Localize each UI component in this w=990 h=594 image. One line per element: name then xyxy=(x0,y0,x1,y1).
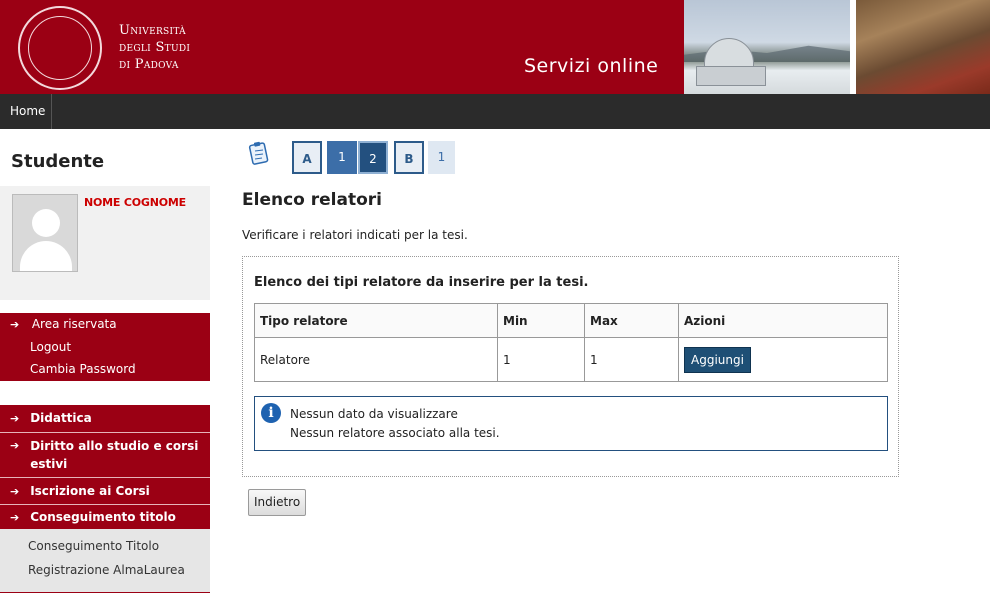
sidebar-item-diritto-studio[interactable]: ➔ Diritto allo studio e corsi estivi xyxy=(0,432,210,477)
cell-min: 1 xyxy=(497,337,585,382)
submenu-item-conseguimento[interactable]: Conseguimento Titolo xyxy=(28,539,159,553)
main-menu: ➔ Didattica ➔ Diritto allo studio e cors… xyxy=(0,405,210,529)
column-header-min: Min xyxy=(497,303,585,338)
table-row: Relatore 1 1 Aggiungi xyxy=(254,337,888,382)
top-navbar: Home xyxy=(0,94,990,129)
wizard-step-a[interactable]: A xyxy=(292,141,322,174)
cell-azioni: Aggiungi xyxy=(678,337,888,382)
submenu: Conseguimento Titolo Registrazione AlmaL… xyxy=(0,529,210,593)
info-icon: i xyxy=(261,403,281,423)
arrow-right-icon: ➔ xyxy=(10,485,20,498)
sidebar-item-area-riservata[interactable]: ➔ Area riservata xyxy=(10,317,117,331)
wizard-step-b1[interactable]: 1 xyxy=(428,141,455,174)
cell-tipo: Relatore xyxy=(254,337,498,382)
account-menu: ➔ Area riservata Logout Cambia Password xyxy=(0,313,210,381)
column-header-max: Max xyxy=(584,303,679,338)
user-name: NOME COGNOME xyxy=(84,196,186,209)
page-title: Elenco relatori xyxy=(242,190,382,210)
sidebar-item-conseguimento-titolo[interactable]: ➔ Conseguimento titolo xyxy=(0,504,210,529)
wizard-step-2-current[interactable]: 2 xyxy=(358,141,388,174)
sidebar-item-didattica[interactable]: ➔ Didattica xyxy=(0,405,210,432)
info-line-2: Nessun relatore associato alla tesi. xyxy=(290,426,500,440)
aggiungi-button[interactable]: Aggiungi xyxy=(684,346,751,373)
relatori-table: Tipo relatore Min Max Azioni Relatore 1 … xyxy=(254,303,888,382)
relatori-panel: Elenco dei tipi relatore da inserire per… xyxy=(242,256,899,477)
panel-title: Elenco dei tipi relatore da inserire per… xyxy=(254,275,589,290)
sidebar-item-logout[interactable]: Logout xyxy=(30,340,71,354)
submenu-item-almalaurea[interactable]: Registrazione AlmaLaurea xyxy=(28,563,185,577)
arrow-right-icon: ➔ xyxy=(10,412,20,425)
info-line-1: Nessun dato da visualizzare xyxy=(290,407,458,421)
checklist-icon xyxy=(248,141,269,165)
observatory-photo xyxy=(684,0,850,94)
university-seal-logo xyxy=(18,6,102,90)
arrow-right-icon: ➔ xyxy=(10,439,20,452)
servizi-online-title: Servizi online xyxy=(524,55,659,77)
page-description: Verificare i relatori indicati per la te… xyxy=(242,228,468,242)
arrow-right-icon: ➔ xyxy=(10,318,20,331)
avatar xyxy=(12,194,78,272)
info-message: i Nessun dato da visualizzare Nessun rel… xyxy=(254,396,888,451)
wizard-step-b[interactable]: B xyxy=(394,141,424,174)
sidebar-item-cambia-password[interactable]: Cambia Password xyxy=(30,362,136,376)
column-header-azioni: Azioni xyxy=(678,303,888,338)
wizard-step-1[interactable]: 1 xyxy=(327,141,357,174)
university-name: Università degli Studi di Padova xyxy=(119,23,191,72)
arrow-right-icon: ➔ xyxy=(10,511,20,524)
nav-home-link[interactable]: Home xyxy=(0,94,52,129)
profile-box: NOME COGNOME xyxy=(0,186,210,300)
sidebar-item-iscrizione-corsi[interactable]: ➔ Iscrizione ai Corsi xyxy=(0,477,210,504)
site-header: Università degli Studi di Padova Servizi… xyxy=(0,0,990,94)
back-button[interactable]: Indietro xyxy=(248,489,307,516)
column-header-tipo: Tipo relatore xyxy=(254,303,498,338)
cell-max: 1 xyxy=(584,337,679,382)
sidebar-section-title: Studente xyxy=(11,151,105,172)
hall-photo xyxy=(856,0,990,94)
